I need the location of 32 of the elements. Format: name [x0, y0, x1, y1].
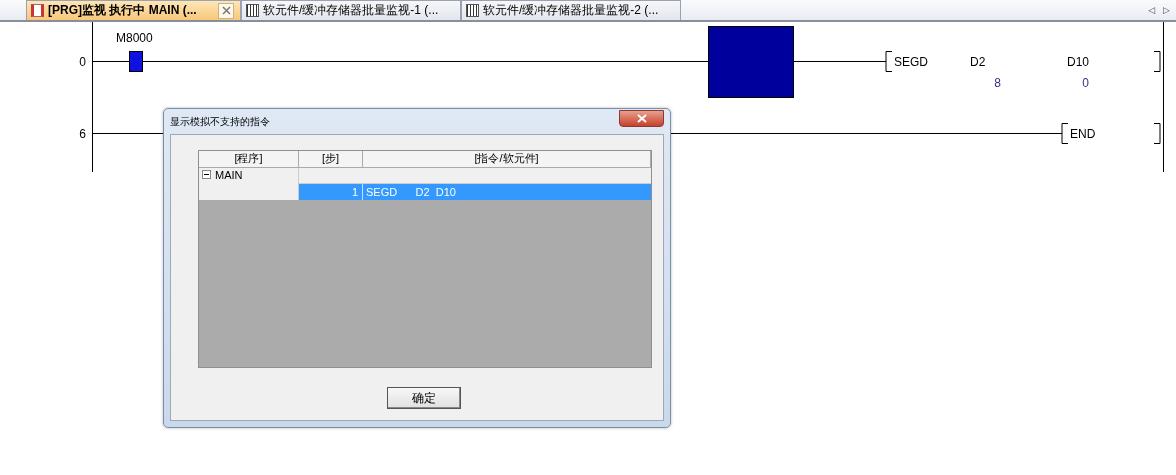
- operand: D10: [1067, 54, 1089, 69]
- device-grid-icon: [466, 4, 479, 17]
- instruction-bracket: [885, 51, 893, 72]
- step-number: 0: [79, 54, 86, 69]
- column-header[interactable]: [指令/软元件]: [363, 151, 651, 167]
- ok-button[interactable]: 确定: [387, 387, 461, 409]
- instruction-bracket: [1153, 123, 1161, 144]
- monitor-value: 0: [1082, 75, 1089, 90]
- program-name: MAIN: [215, 170, 243, 181]
- step-cell: 1: [299, 184, 363, 200]
- column-header[interactable]: [步]: [299, 151, 363, 167]
- editor-tab[interactable]: [PRG]监视 执行中 MAIN (...: [26, 0, 241, 20]
- device-label: M8000: [116, 30, 153, 45]
- step-number: 6: [79, 126, 86, 141]
- editor-tab[interactable]: 软元件/缓冲存储器批量监视-2 (...: [461, 0, 681, 20]
- instruction-bracket: [1153, 51, 1161, 72]
- instruction-name: END: [1070, 126, 1096, 141]
- instruction-cell-text: SEGD D2 D10: [365, 185, 457, 200]
- instruction-name: SEGD: [894, 54, 928, 69]
- monitor-value: 8: [994, 75, 1001, 90]
- close-button[interactable]: [619, 110, 664, 127]
- dialog-title: 显示模拟不支持的指令: [170, 114, 270, 129]
- scroll-right-button[interactable]: ▷: [1163, 5, 1170, 15]
- close-icon[interactable]: [218, 2, 234, 19]
- instruction-bracket: [1061, 123, 1069, 144]
- operand: D2: [970, 54, 986, 69]
- scroll-left-button[interactable]: ◁: [1148, 5, 1156, 15]
- editor-tab[interactable]: 软元件/缓冲存储器批量监视-1 (...: [241, 0, 461, 20]
- device-grid-icon: [246, 4, 259, 17]
- collapse-icon[interactable]: [202, 170, 211, 179]
- ladder-program-icon: [31, 4, 44, 17]
- column-header[interactable]: [程序]: [199, 151, 299, 167]
